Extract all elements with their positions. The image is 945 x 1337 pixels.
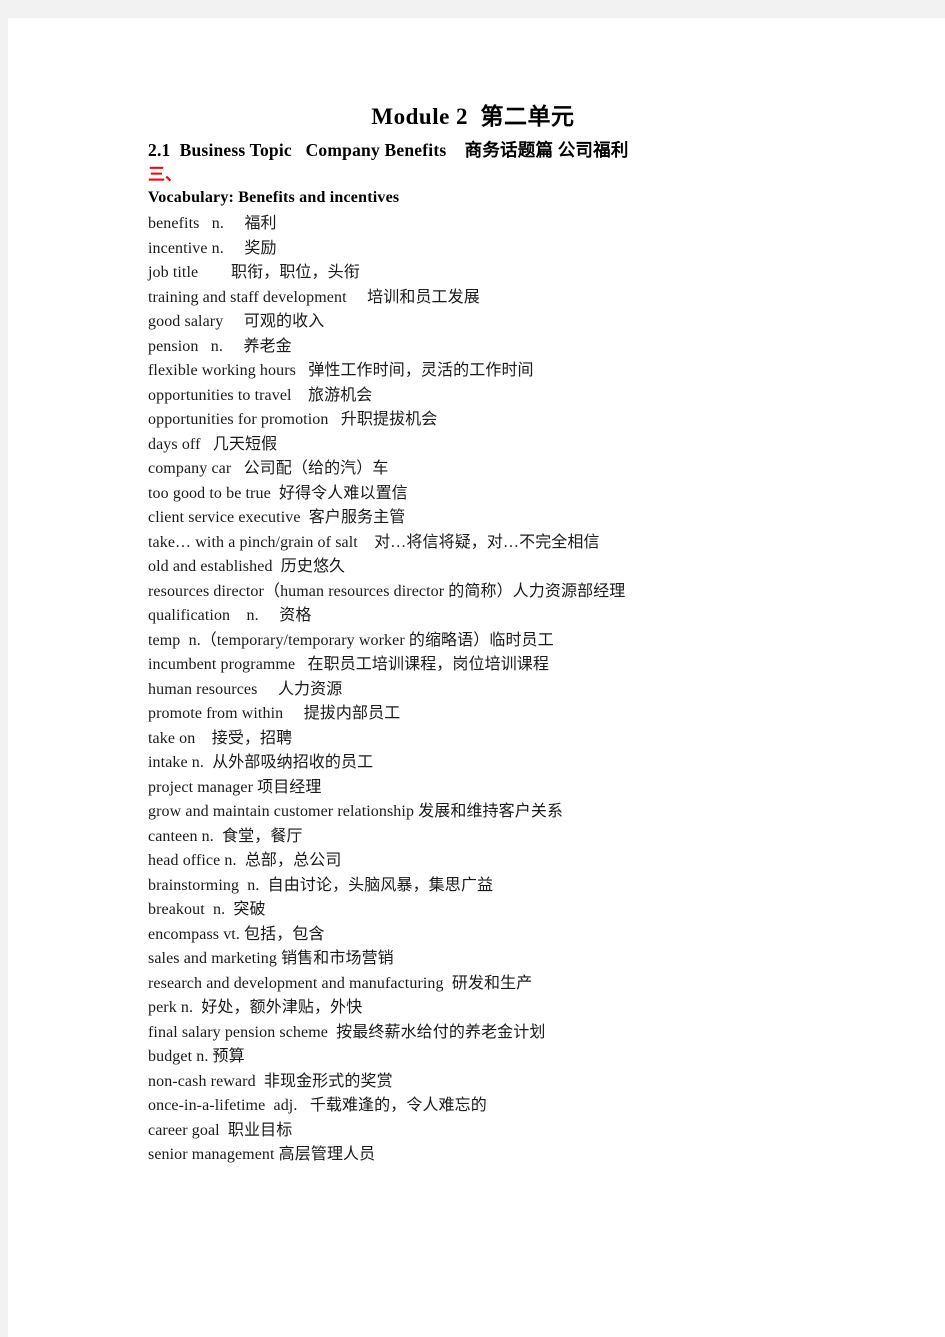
vocabulary-entry: non-cash reward 非现金形式的奖赏: [148, 1072, 393, 1090]
vocabulary-entry: encompass vt. 包括，包含: [148, 925, 325, 943]
vocabulary-entry: human resources 人力资源: [148, 680, 343, 698]
vocabulary-entry: promote from within 提拔内部员工: [148, 705, 401, 722]
vocabulary-entry: too good to be true 好得令人难以置信: [148, 484, 408, 502]
vocabulary-entry: job title 职衔，职位，头衔: [148, 264, 360, 281]
vocabulary-entry: senior management 高层管理人员: [148, 1146, 376, 1163]
vocabulary-entry: incentive n. 奖励: [148, 239, 277, 257]
vocabulary-entry: research and development and manufacturi…: [148, 974, 533, 992]
vocabulary-entry: intake n. 从外部吸纳招收的员工: [148, 754, 374, 771]
vocabulary-entry: budget n. 预算: [148, 1048, 245, 1065]
vocabulary-entry: take… with a pinch/grain of salt 对…将信将疑，…: [148, 533, 600, 551]
vocabulary-entry: opportunities for promotion 升职提拔机会: [148, 411, 438, 428]
vocabulary-entry: pension n. 养老金: [148, 337, 292, 355]
vocabulary-entry: grow and maintain customer relationship …: [148, 803, 564, 820]
vocabulary-entry: once-in-a-lifetime adj. 千载难逢的，令人难忘的: [148, 1097, 487, 1114]
document-page: Module 2 第二单元 2.1 Business Topic Company…: [8, 18, 945, 1337]
vocabulary-entry: take on 接受，招聘: [148, 729, 293, 747]
page-title: Module 2 第二单元: [371, 104, 575, 129]
vocabulary-list: benefits n. 福利 incentive n. 奖励 job title 职…: [148, 212, 888, 1168]
vocabulary-entry: resources director（human resources direc…: [148, 582, 626, 600]
vocabulary-entry: head office n. 总部，总公司: [148, 852, 342, 869]
vocabulary-entry: breakout n. 突破: [148, 901, 266, 918]
vocabulary-entry: final salary pension scheme 按最终薪水给付的养老金计…: [148, 1023, 546, 1041]
section-subtitle: 2.1 Business Topic Company Benefits 商务话题…: [148, 140, 629, 160]
vocabulary-entry: career goal 职业目标: [148, 1121, 293, 1139]
vocabulary-entry: flexible working hours 弹性工作时间，灵活的工作时间: [148, 362, 534, 379]
vocabulary-entry: canteen n. 食堂，餐厅: [148, 827, 303, 845]
vocabulary-entry: company car 公司配（给的汽）车: [148, 460, 389, 477]
vocabulary-entry: old and established 历史悠久: [148, 558, 346, 575]
vocabulary-entry: days off 几天短假: [148, 435, 278, 453]
vocabulary-entry: opportunities to travel 旅游机会: [148, 386, 373, 404]
vocabulary-entry: sales and marketing 销售和市场营销: [148, 950, 394, 967]
vocabulary-entry: qualification n. 资格: [148, 607, 312, 624]
section-marker: 三、: [148, 165, 182, 184]
vocabulary-entry: good salary 可观的收入: [148, 313, 325, 330]
vocabulary-entry: training and staff development 培训和员工发展: [148, 288, 480, 306]
vocabulary-entry: benefits n. 福利: [148, 215, 277, 232]
vocabulary-entry: brainstorming n. 自由讨论，头脑风暴，集思广益: [148, 876, 494, 894]
vocabulary-entry: perk n. 好处，额外津贴，外快: [148, 999, 363, 1016]
vocabulary-heading: Vocabulary: Benefits and incentives: [148, 189, 400, 206]
vocabulary-entry: incumbent programme 在职员工培训课程，岗位培训课程: [148, 656, 549, 673]
vocabulary-entry: project manager 项目经理: [148, 778, 322, 796]
vocabulary-entry: client service executive 客户服务主管: [148, 509, 406, 526]
vocabulary-entry: temp n.（temporary/temporary worker 的缩略语）…: [148, 631, 554, 649]
document-content: Module 2 第二单元 2.1 Business Topic Company…: [148, 100, 888, 1168]
